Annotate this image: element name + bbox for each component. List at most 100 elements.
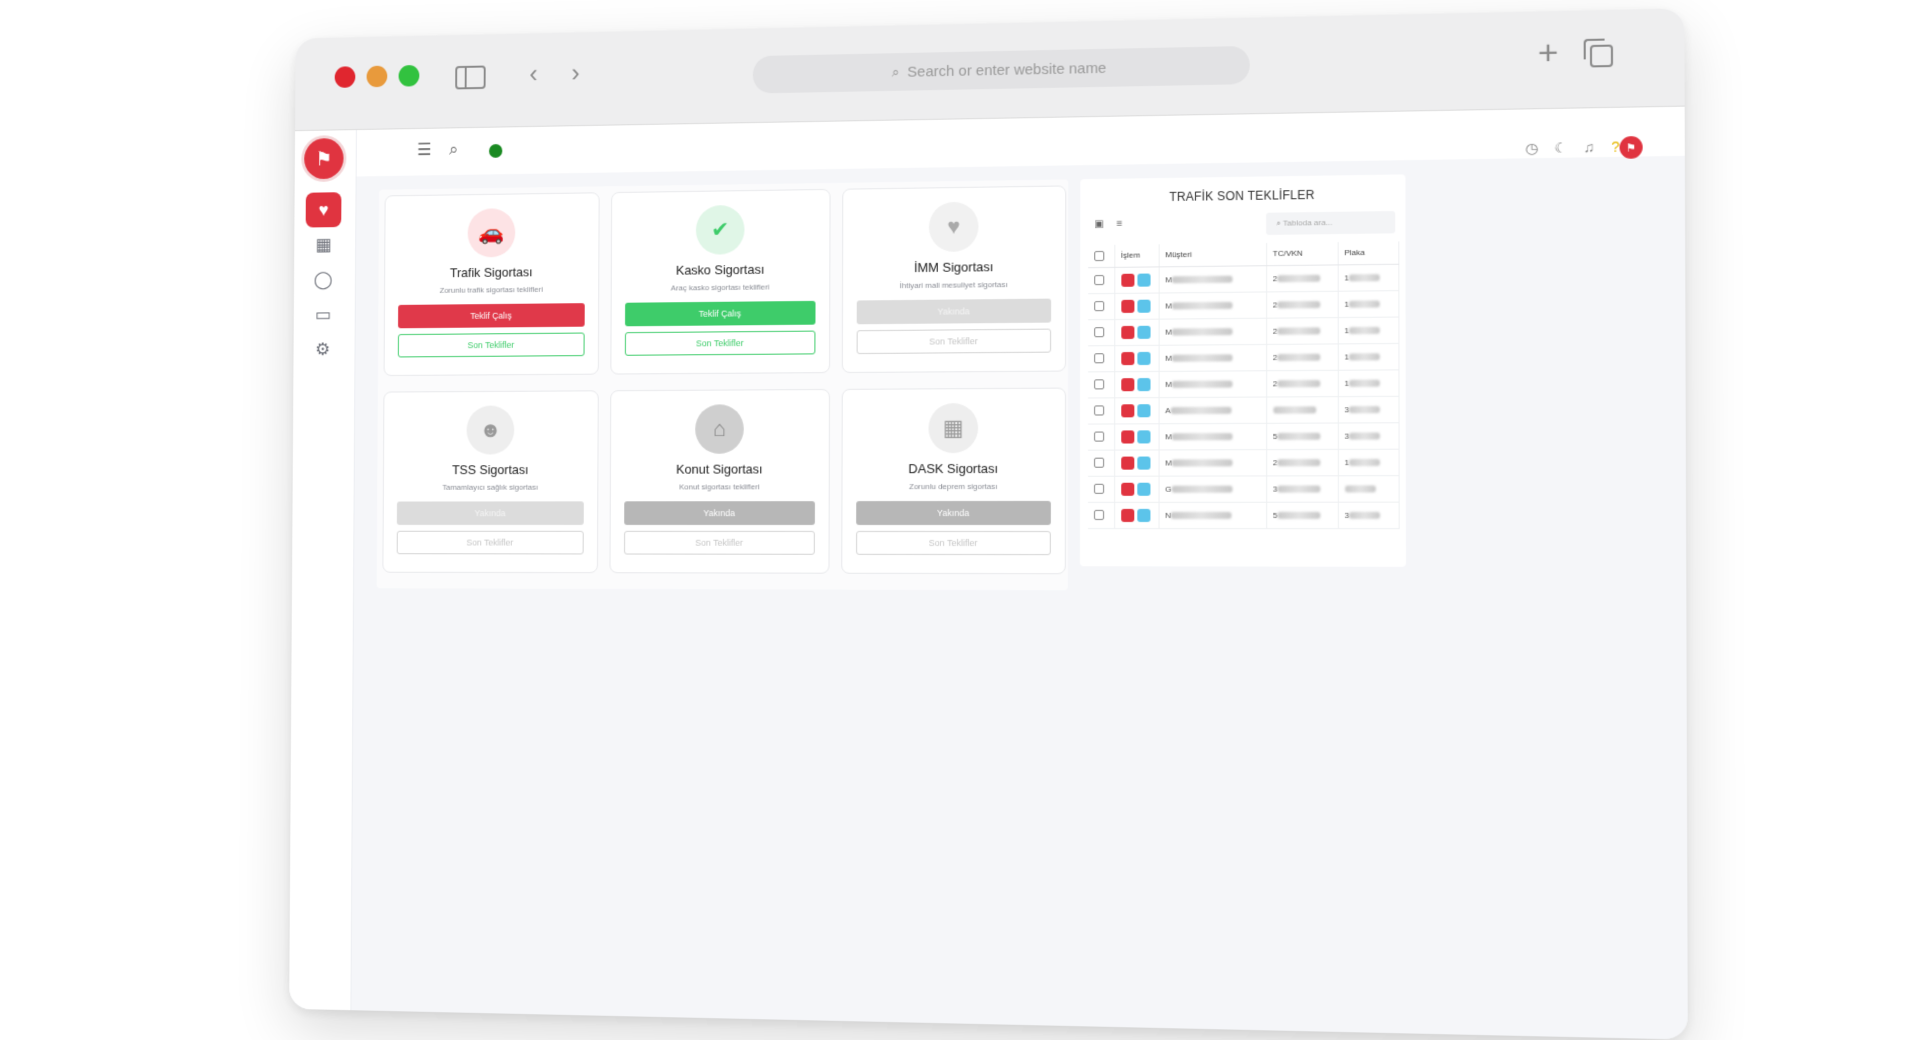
help-icon[interactable]: ? — [1611, 138, 1619, 154]
musteri-initial: M — [1165, 275, 1172, 284]
document-icon[interactable] — [1137, 273, 1150, 286]
row-checkbox[interactable] — [1094, 353, 1104, 363]
son-teklifler-button[interactable]: Son Teklifler — [625, 331, 816, 356]
filter-icon[interactable]: ≡ — [1117, 219, 1123, 230]
row-actions — [1114, 293, 1158, 320]
row-select-cell — [1088, 476, 1114, 502]
yakinda-button: Yakında — [397, 501, 584, 525]
sidebar-item-users[interactable]: ◯ — [305, 262, 341, 297]
record-icon[interactable] — [1121, 273, 1134, 286]
tcvkn-cell: 5 — [1266, 502, 1338, 528]
row-checkbox[interactable] — [1094, 484, 1104, 494]
avatar[interactable]: ⚑ — [1620, 136, 1643, 159]
row-checkbox[interactable] — [1094, 275, 1104, 285]
document-icon[interactable] — [1137, 508, 1150, 521]
row-actions — [1114, 266, 1158, 293]
redacted-text — [1277, 275, 1320, 283]
column-musteri[interactable]: Müşteri — [1159, 243, 1266, 266]
row-select-cell — [1088, 345, 1114, 371]
column-plaka[interactable]: Plaka — [1338, 241, 1399, 264]
minimize-window-button[interactable] — [367, 66, 388, 88]
quotes-table: İşlem Müşteri TC/VKN Plaka M21M21M21M21M… — [1088, 241, 1400, 528]
table-row[interactable]: M21 — [1088, 343, 1399, 371]
column-islem[interactable]: İşlem — [1114, 244, 1158, 267]
status-indicator — [489, 144, 502, 158]
table-row[interactable]: M21 — [1088, 449, 1399, 476]
search-icon[interactable]: ⌕ — [449, 140, 458, 160]
record-icon[interactable] — [1121, 378, 1134, 391]
document-icon[interactable] — [1137, 325, 1150, 338]
menu-icon[interactable]: ☰ — [417, 140, 432, 160]
table-row[interactable]: M21 — [1088, 317, 1399, 346]
column-tcvkn[interactable]: TC/VKN — [1266, 242, 1338, 265]
gear-icon: ⚙ — [315, 339, 330, 359]
teklif-calis-button[interactable]: Teklif Çalış — [625, 301, 816, 326]
select-all-checkbox[interactable] — [1094, 251, 1104, 261]
document-icon[interactable] — [1137, 456, 1150, 469]
record-icon[interactable] — [1121, 299, 1134, 312]
table-row[interactable]: N53 — [1088, 502, 1399, 528]
table-row[interactable]: M21 — [1088, 264, 1399, 293]
document-icon[interactable] — [1137, 430, 1150, 443]
document-icon[interactable] — [1137, 378, 1150, 391]
new-tab-icon[interactable]: + — [1538, 35, 1559, 70]
tabs-overview-icon[interactable] — [1590, 45, 1613, 68]
teklif-calis-button[interactable]: Teklif Çalış — [398, 303, 585, 328]
document-icon[interactable] — [1137, 351, 1150, 364]
redacted-text — [1277, 459, 1320, 466]
bell-icon[interactable]: ♫ — [1583, 139, 1594, 156]
table-search-input[interactable]: ⌕ Tabloda ara... — [1266, 211, 1395, 235]
document-icon[interactable] — [1137, 482, 1150, 495]
row-checkbox[interactable] — [1094, 379, 1104, 389]
redacted-text — [1349, 459, 1380, 466]
sidebar-item-insurance[interactable]: ♥ — [306, 192, 342, 227]
document-icon[interactable] — [1137, 299, 1150, 312]
record-icon[interactable] — [1121, 456, 1134, 469]
record-icon[interactable] — [1121, 508, 1134, 521]
record-icon[interactable] — [1121, 430, 1134, 443]
son-teklifler-button[interactable]: Son Teklifler — [398, 333, 585, 358]
close-window-button[interactable] — [335, 66, 356, 88]
record-icon[interactable] — [1121, 482, 1134, 495]
record-icon[interactable] — [1121, 404, 1134, 417]
table-row[interactable]: M21 — [1088, 290, 1399, 319]
musteri-cell: A — [1159, 397, 1267, 424]
row-checkbox[interactable] — [1094, 432, 1104, 442]
sidebar-item-settings[interactable]: ⚙ — [305, 332, 341, 367]
app-logo[interactable]: ⚑ — [304, 138, 344, 179]
insurance-cards-area: 🚗 Trafik Sigortası Zorunlu trafik sigort… — [377, 179, 1069, 590]
redacted-text — [1171, 485, 1232, 492]
redacted-text — [1277, 354, 1320, 361]
table-row[interactable]: A3 — [1088, 396, 1399, 424]
row-checkbox[interactable] — [1094, 458, 1104, 468]
card-title: Konut Sigortası — [611, 461, 829, 476]
moon-icon[interactable]: ☾ — [1554, 139, 1567, 157]
columns-icon[interactable]: ▣ — [1094, 219, 1103, 230]
row-select-cell — [1088, 267, 1114, 293]
row-checkbox[interactable] — [1094, 327, 1104, 337]
card-dask: ▦ DASK Sigortası Zorunlu deprem sigortas… — [841, 388, 1066, 575]
card-title: Trafik Sigortası — [385, 264, 598, 281]
table-row[interactable]: G3 — [1088, 475, 1399, 502]
row-select-cell — [1088, 450, 1114, 476]
maximize-window-button[interactable] — [399, 65, 420, 87]
sidebar-item-buildings[interactable]: ▦ — [305, 227, 341, 262]
row-checkbox[interactable] — [1094, 510, 1104, 520]
clock-icon[interactable]: ◷ — [1525, 140, 1538, 158]
forward-icon[interactable]: › — [571, 56, 579, 89]
table-row[interactable]: M53 — [1088, 422, 1399, 449]
sidebar-item-messages[interactable]: ▭ — [305, 297, 341, 332]
row-checkbox[interactable] — [1094, 405, 1104, 415]
record-icon[interactable] — [1121, 352, 1134, 365]
musteri-initial: G — [1165, 484, 1171, 493]
row-checkbox[interactable] — [1094, 301, 1104, 311]
document-icon[interactable] — [1137, 404, 1150, 417]
table-row[interactable]: M21 — [1088, 369, 1399, 397]
record-icon[interactable] — [1121, 325, 1134, 338]
panel-title: TRAFİK SON TEKLİFLER — [1080, 187, 1405, 206]
sidebar-toggle-icon[interactable] — [455, 66, 485, 90]
card-subtitle: İhtiyari mali mesuliyet sigortası — [843, 279, 1065, 290]
back-icon[interactable]: ‹ — [529, 57, 537, 90]
redacted-text — [1349, 380, 1380, 387]
address-bar[interactable]: ⌕ Search or enter website name — [753, 46, 1250, 94]
